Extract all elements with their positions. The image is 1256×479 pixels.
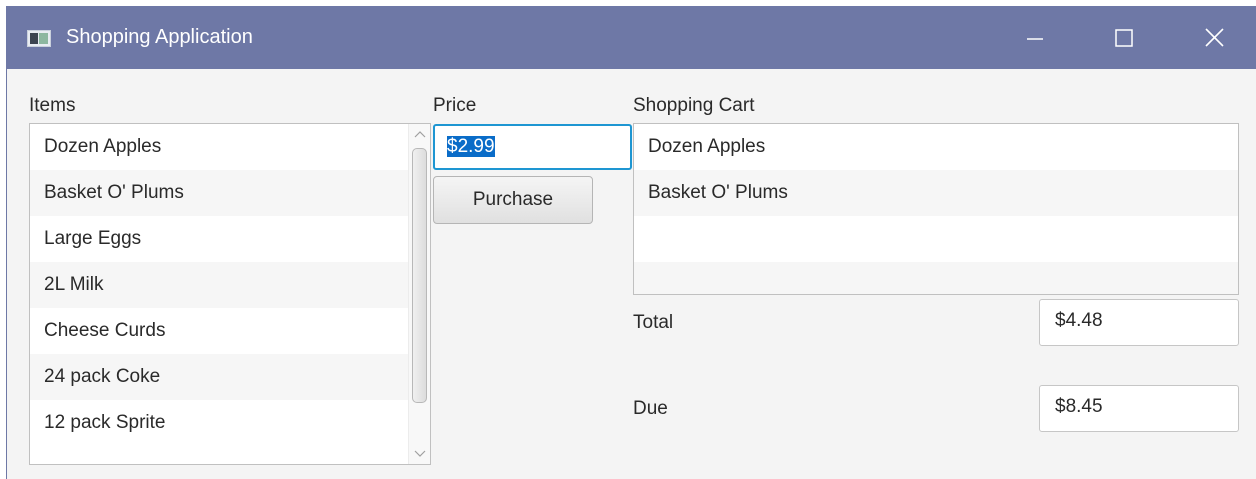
list-item[interactable]: Cheese Curds	[30, 308, 430, 354]
app-icon	[27, 30, 51, 47]
minimize-icon	[1027, 38, 1043, 40]
total-label: Total	[633, 312, 674, 333]
window-title: Shopping Application	[66, 26, 253, 48]
close-icon	[1205, 28, 1224, 47]
maximize-icon	[1115, 29, 1133, 47]
cart-label: Shopping Cart	[633, 95, 755, 116]
list-item[interactable]: 2L Milk	[30, 262, 430, 308]
items-list[interactable]: Dozen Apples Basket O' Plums Large Eggs …	[29, 123, 431, 465]
items-label: Items	[29, 95, 76, 116]
total-field[interactable]: $4.48	[1039, 299, 1239, 346]
price-field[interactable]: $2.99	[433, 124, 632, 170]
price-label: Price	[433, 95, 477, 116]
list-item[interactable]: Dozen Apples	[30, 124, 430, 170]
app-window: Shopping Application Items Dozen Apples …	[6, 6, 1256, 479]
due-field[interactable]: $8.45	[1039, 385, 1239, 432]
maximize-button[interactable]	[1101, 6, 1147, 69]
list-item[interactable]: Basket O' Plums	[30, 170, 430, 216]
minimize-button[interactable]	[1011, 6, 1057, 69]
scroll-down-button[interactable]	[409, 444, 430, 464]
list-item[interactable]: Large Eggs	[30, 216, 430, 262]
list-item[interactable]: 12 pack Sprite	[30, 400, 430, 446]
items-scrollbar[interactable]	[408, 124, 430, 464]
due-label: Due	[633, 398, 668, 419]
scroll-up-button[interactable]	[409, 124, 430, 144]
purchase-button[interactable]: Purchase	[433, 176, 593, 224]
list-item-empty	[634, 262, 1238, 294]
title-bar[interactable]: Shopping Application	[7, 6, 1256, 69]
scroll-thumb[interactable]	[412, 148, 427, 403]
list-item[interactable]: 24 pack Coke	[30, 354, 430, 400]
list-item[interactable]: Basket O' Plums	[634, 170, 1238, 216]
list-item-empty	[634, 216, 1238, 262]
price-value: $2.99	[447, 136, 495, 157]
chevron-up-icon	[414, 131, 426, 138]
close-button[interactable]	[1191, 6, 1237, 69]
list-item[interactable]: Dozen Apples	[634, 124, 1238, 170]
cart-list[interactable]: Dozen Apples Basket O' Plums	[633, 123, 1239, 295]
chevron-down-icon	[414, 450, 426, 457]
